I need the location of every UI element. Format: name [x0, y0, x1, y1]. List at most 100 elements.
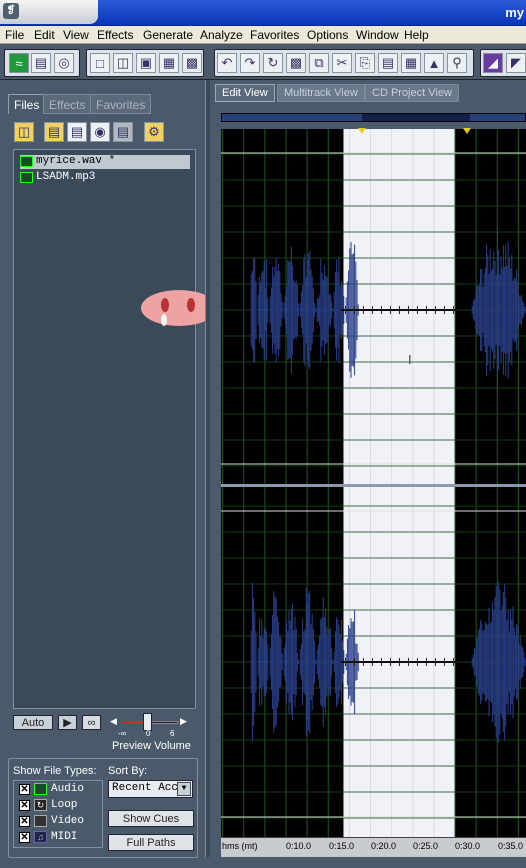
menu-file[interactable]: File — [5, 28, 24, 42]
audio-file-icon — [20, 156, 33, 167]
file-name: myrice.wav * — [36, 155, 116, 167]
loop-checkbox[interactable]: ✕ — [19, 800, 30, 811]
import-icon[interactable]: ▤ — [44, 122, 64, 142]
toolbar-edit-group: ↶ ↷ ↻ ▩ ⧉ ✂ ⎘ ▤ ▦ ▲ ⚲ — [214, 49, 474, 77]
play-file-icon[interactable]: ◉ — [90, 122, 110, 142]
bottom-strip — [205, 857, 526, 868]
analyze-icon[interactable]: ⚲ — [447, 53, 467, 73]
files-toolbar: ◫ ▤ ▤ ◉ ▤ ⚙ — [12, 120, 197, 146]
file-list — [13, 149, 196, 709]
midi-type-label: MIDI — [51, 831, 78, 843]
video-type-label: Video — [51, 815, 85, 827]
menu-generate[interactable]: Generate — [143, 28, 193, 42]
time-ruler[interactable]: hms (mt) 0:10.0 0:15.0 0:20.0 0:25.0 0:3… — [221, 837, 526, 857]
save-all-icon[interactable]: ▦ — [159, 53, 179, 73]
full-paths-button[interactable]: Full Paths — [108, 834, 194, 851]
file-name: LSADM.mp3 — [36, 171, 96, 183]
insert-multitrack-icon[interactable]: ▲ — [424, 53, 444, 73]
spectral-view-icon[interactable]: ◢ — [483, 53, 503, 73]
menu-bar: File Edit View Effects Generate Analyze … — [0, 26, 526, 44]
menu-favorites[interactable]: Favorites — [250, 28, 299, 42]
extra-tool-icon[interactable]: ◤ — [506, 53, 526, 73]
tab-favorites[interactable]: Favorites — [90, 94, 152, 114]
title-blob: ❡ — [0, 0, 98, 24]
channel-divider — [221, 484, 526, 487]
tab-multitrack-view[interactable]: Multitrack View — [277, 84, 365, 102]
ruler-tick: 0:30.0 — [455, 841, 481, 851]
play-icon[interactable]: ▶ — [58, 715, 77, 730]
chevron-down-icon[interactable]: ▼ — [177, 782, 191, 796]
loop-type-label: Loop — [51, 799, 78, 811]
preview-volume-label: Preview Volume — [112, 740, 191, 752]
volume-max-label: 6 — [170, 729, 175, 738]
loop-type-icon: ↻ — [34, 799, 47, 811]
menu-options[interactable]: Options — [307, 28, 348, 42]
title-bar: ❡ my — [0, 0, 526, 26]
mix-paste-icon[interactable]: ▤ — [378, 53, 398, 73]
app-icon[interactable]: ❡ — [3, 3, 19, 19]
show-cues-button[interactable]: Show Cues — [108, 810, 194, 827]
toolbar-file-group: □ ◫ ▣ ▦ ▩ — [86, 49, 204, 77]
cut-icon[interactable]: ✂ — [332, 53, 352, 73]
tab-edit-view[interactable]: Edit View — [215, 84, 275, 102]
audio-checkbox[interactable]: ✕ — [19, 784, 30, 795]
menu-help[interactable]: Help — [404, 28, 429, 42]
window-title: my — [505, 5, 524, 20]
tab-cd-project-view[interactable]: CD Project View — [365, 84, 459, 102]
toolbar-views-group: ≈ ▤ ◎ — [4, 49, 80, 77]
video-checkbox[interactable]: ✕ — [19, 816, 30, 827]
loop-icon[interactable]: ∞ — [82, 715, 101, 730]
audio-file-icon — [20, 172, 33, 183]
trim-icon[interactable]: ▦ — [401, 53, 421, 73]
audio-type-icon — [34, 783, 47, 795]
tab-files[interactable]: Files — [8, 94, 46, 114]
copy-icon[interactable]: ⧉ — [309, 53, 329, 73]
insert-icon[interactable]: ▤ — [113, 122, 133, 142]
selection-region — [343, 129, 455, 837]
tab-effects[interactable]: Effects — [43, 94, 92, 114]
options-gear-icon[interactable]: ⚙ — [144, 122, 164, 142]
menu-view[interactable]: View — [63, 28, 89, 42]
auto-play-button[interactable]: Auto — [13, 715, 53, 730]
sort-by-select[interactable]: Recent Acce ▼ — [108, 780, 193, 798]
midi-type-icon: ♫ — [34, 831, 47, 843]
ruler-tick: 0:20.0 — [371, 841, 397, 851]
overview-bar[interactable] — [221, 113, 526, 122]
waveform-display[interactable] — [221, 129, 526, 837]
waveform-svg — [221, 129, 526, 837]
sort-by-label: Sort By: — [108, 765, 148, 777]
close-file-icon[interactable]: ▤ — [67, 122, 87, 142]
panel-splitter[interactable] — [205, 80, 210, 868]
midi-checkbox[interactable]: ✕ — [19, 832, 30, 843]
menu-edit[interactable]: Edit — [34, 28, 55, 42]
cd-view-icon[interactable]: ◎ — [54, 53, 74, 73]
sort-by-value: Recent Acce — [112, 782, 185, 794]
menu-analyze[interactable]: Analyze — [200, 28, 243, 42]
multitrack-view-icon[interactable]: ▤ — [31, 53, 51, 73]
open-file-icon[interactable]: ◫ — [14, 122, 34, 142]
redo-icon[interactable]: ↷ — [240, 53, 260, 73]
ruler-tick: 0:35.0 — [498, 841, 524, 851]
overview-visible-range[interactable] — [362, 114, 470, 121]
export-icon[interactable]: ▩ — [182, 53, 202, 73]
repeat-icon[interactable]: ↻ — [263, 53, 283, 73]
show-file-types-label: Show File Types: — [13, 765, 97, 777]
menu-window[interactable]: Window — [356, 28, 399, 42]
toolbar: ≈ ▤ ◎ □ ◫ ▣ ▦ ▩ ↶ ↷ ↻ ▩ ⧉ ✂ ⎘ ▤ ▦ ▲ ⚲ ◢ … — [0, 45, 526, 80]
select-icon[interactable]: ▩ — [286, 53, 306, 73]
video-type-icon — [34, 815, 47, 827]
open-folder-icon[interactable]: ◫ — [113, 53, 133, 73]
save-icon[interactable]: ▣ — [136, 53, 156, 73]
menu-effects[interactable]: Effects — [97, 28, 133, 42]
volume-mid-label: 0 — [146, 729, 151, 738]
volume-min-label: -∞ — [118, 729, 127, 738]
list-item[interactable]: myrice.wav * — [20, 155, 190, 169]
ruler-unit-label: hms (mt) — [222, 841, 258, 851]
undo-icon[interactable]: ↶ — [217, 53, 237, 73]
toolbar-extra-group: ◢ ◤ — [480, 49, 526, 77]
text-cursor-icon: I — [408, 352, 412, 367]
edit-view-icon[interactable]: ≈ — [9, 53, 29, 73]
new-file-icon[interactable]: □ — [90, 53, 110, 73]
paste-icon[interactable]: ⎘ — [355, 53, 375, 73]
list-item[interactable]: LSADM.mp3 — [20, 171, 95, 185]
